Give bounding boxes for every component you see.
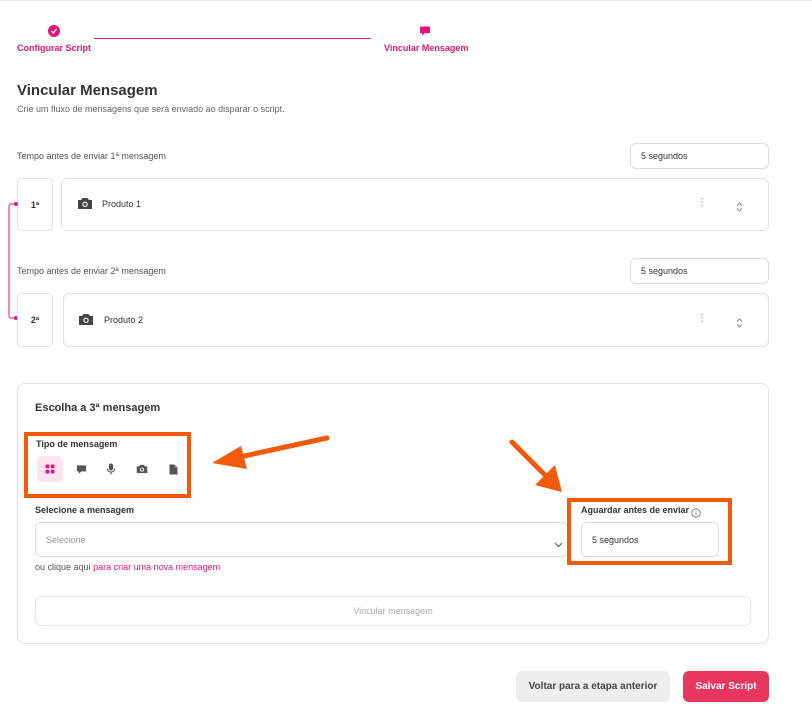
page-subtitle: Crie um fluxo de mensagens que será envi… — [17, 104, 285, 114]
chevron-down-icon — [554, 535, 563, 553]
message-name-2: Produto 2 — [104, 315, 144, 325]
delay-input-1[interactable]: 5 segundos — [630, 143, 769, 169]
expand-toggle-icon[interactable] — [736, 199, 743, 217]
grid-icon[interactable] — [37, 456, 63, 482]
message-index-2: 2ª — [17, 293, 53, 347]
delay-label-2: Tempo antes de enviar 2ª mensagem — [17, 266, 166, 276]
message-card-2[interactable] — [63, 293, 769, 347]
panel-title: Escolha a 3ª mensagem — [35, 402, 161, 414]
chat-icon[interactable] — [68, 456, 94, 482]
document-icon[interactable] — [160, 456, 186, 482]
camera-icon — [77, 197, 93, 215]
step-1-label[interactable]: Configurar Script — [17, 43, 91, 53]
wait-label: Aguardar antes de enviar — [581, 505, 690, 515]
kebab-menu-icon[interactable]: ⋮ — [697, 198, 707, 208]
step-2-chat-icon — [419, 24, 431, 42]
select-label: Selecione a mensagem — [35, 505, 135, 515]
link-message-button[interactable]: Vincular mensagem — [35, 596, 751, 626]
annotation-arrow-left — [212, 435, 330, 469]
message-name-1: Produto 1 — [102, 199, 142, 209]
camera-icon[interactable] — [129, 456, 155, 482]
camera-icon — [78, 313, 94, 331]
type-label: Tipo de mensagem — [36, 439, 118, 449]
message-index-1: 1ª — [17, 178, 53, 231]
create-message-hint: ou clique aqui para criar uma nova mensa… — [35, 562, 220, 572]
step-1-check-icon — [48, 25, 60, 37]
delay-label-1: Tempo antes de enviar 1ª mensagem — [17, 151, 166, 161]
step-2-label[interactable]: Vincular Mensagem — [384, 43, 468, 53]
back-button[interactable]: Voltar para a etapa anterior — [516, 671, 670, 702]
create-message-link[interactable]: para criar uma nova mensagem — [93, 562, 220, 572]
save-script-button[interactable]: Salvar Script — [683, 671, 769, 702]
top-divider — [0, 0, 812, 1]
stepper-connector — [94, 38, 371, 39]
page-title: Vincular Mensagem — [17, 82, 158, 99]
annotation-arrow-down — [509, 439, 562, 492]
message-card-1[interactable] — [61, 178, 769, 231]
message-select[interactable]: Selecione — [35, 522, 568, 557]
expand-toggle-icon[interactable] — [736, 315, 743, 333]
info-icon[interactable] — [691, 505, 701, 523]
microphone-icon[interactable] — [98, 456, 124, 482]
hint-prefix: ou clique aqui — [35, 562, 91, 572]
wait-input[interactable]: 5 segundos — [581, 522, 719, 557]
delay-input-2[interactable]: 5 segundos — [630, 258, 769, 284]
kebab-menu-icon[interactable]: ⋮ — [697, 314, 707, 324]
